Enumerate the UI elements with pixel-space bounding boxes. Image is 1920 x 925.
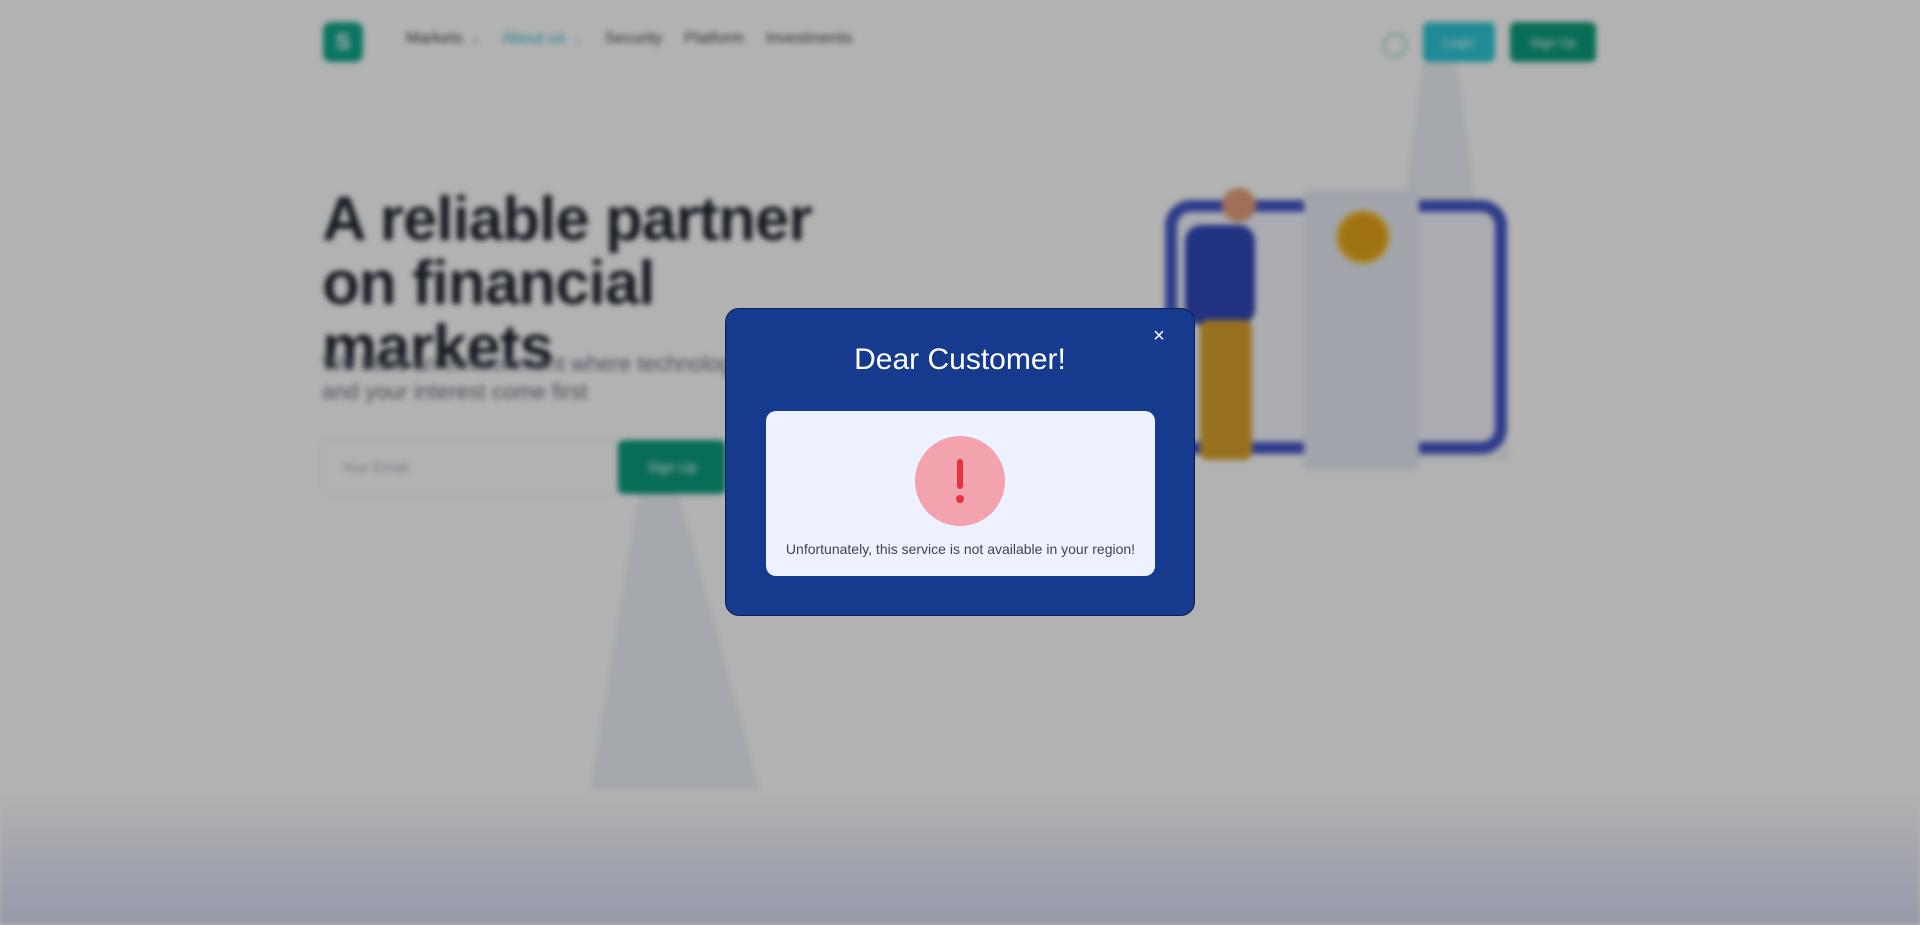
modal-message: Unfortunately, this service is not avail… xyxy=(785,541,1136,557)
exclamation-icon xyxy=(915,436,1005,526)
modal-title: Dear Customer! xyxy=(854,343,1066,376)
region-restriction-modal: × Dear Customer! Unfortunately, this ser… xyxy=(725,308,1195,616)
modal-message-panel: Unfortunately, this service is not avail… xyxy=(766,411,1155,576)
